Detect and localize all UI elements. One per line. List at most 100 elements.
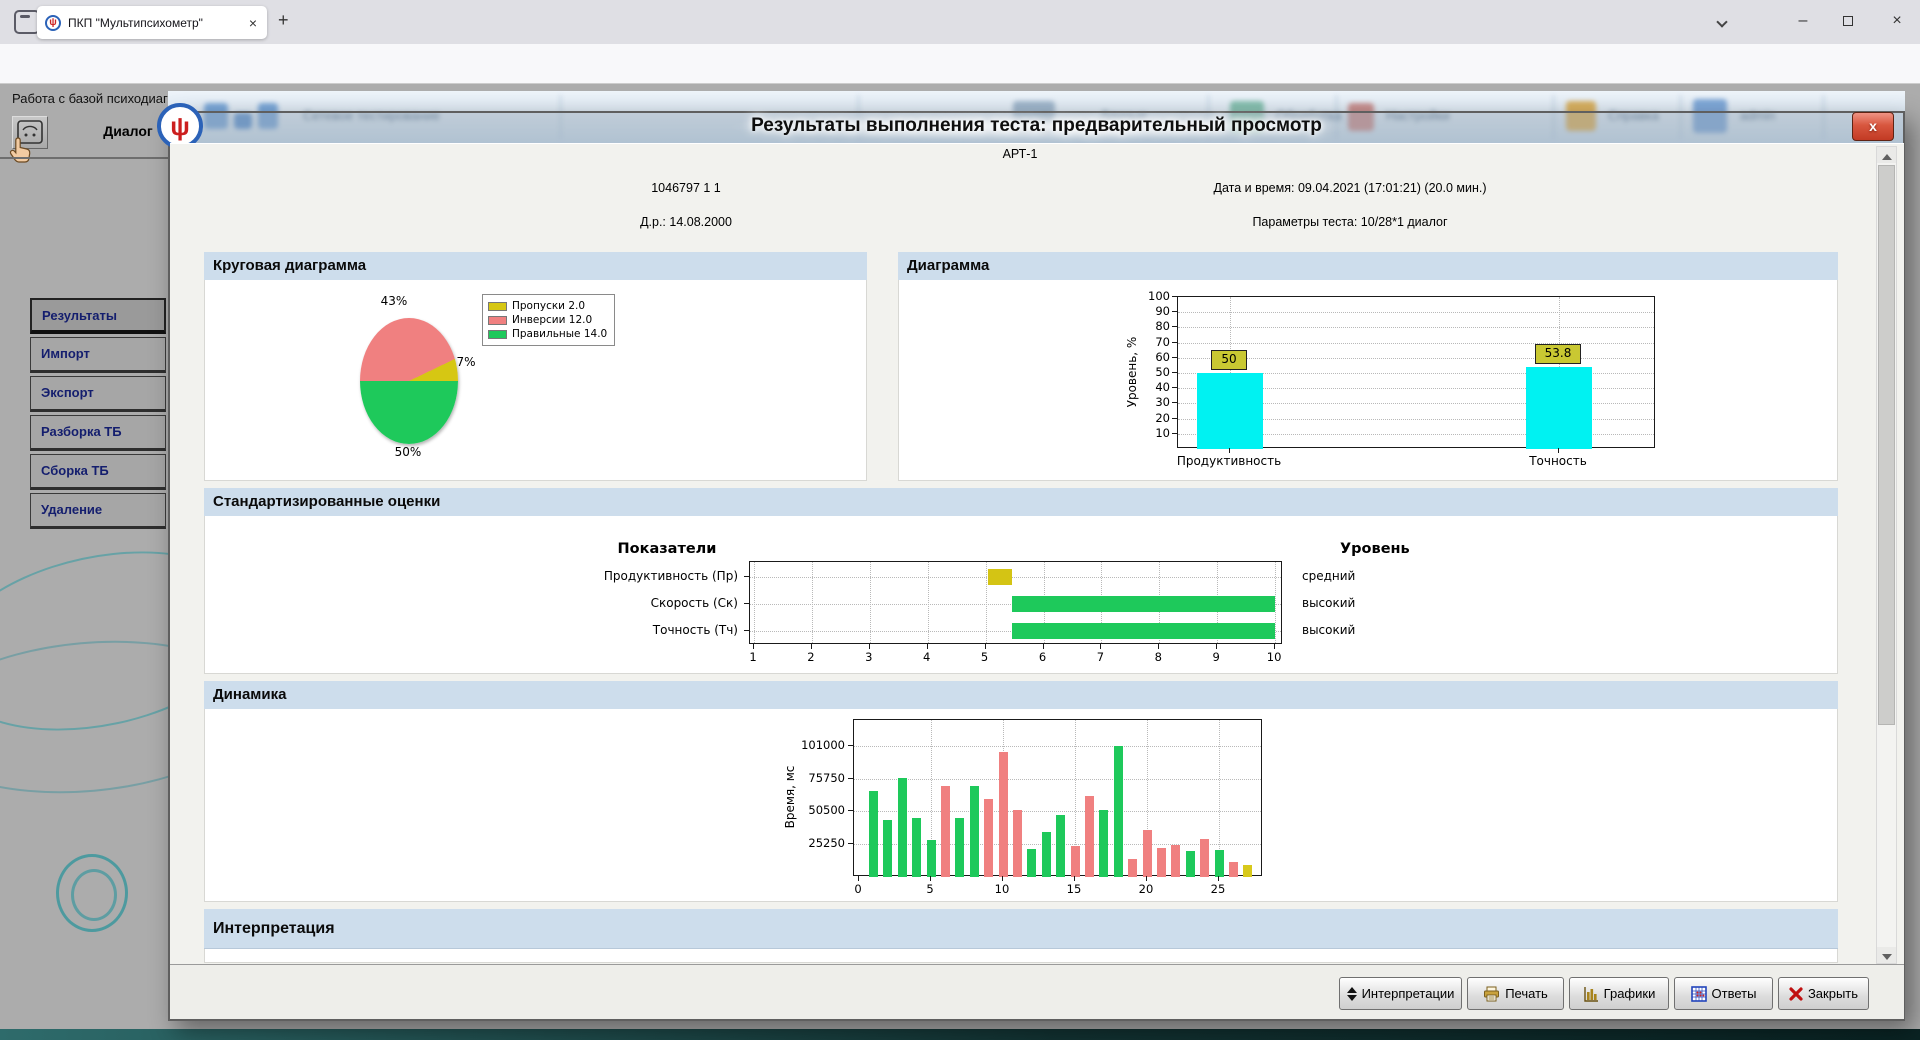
dynamics-bar (927, 840, 936, 877)
std-level-label: высокий (1302, 596, 1462, 610)
dynamics-bar (883, 820, 892, 877)
std-right-header: Уровень (1340, 541, 1410, 557)
sidebar-item-4[interactable]: Разборка ТБ (30, 415, 166, 451)
dynamics-bar (941, 786, 950, 877)
legend-chip (488, 316, 507, 325)
dialog-body: АРТ-1 1046797 1 1 Дата и время: 09.04.20… (170, 143, 1904, 1019)
dynamics-bar (1114, 746, 1123, 877)
std-xtick: 4 (917, 650, 937, 664)
dynamics-xtick: 25 (1206, 882, 1230, 896)
dynamics-bar (999, 752, 1008, 877)
dynamics-bar (1085, 796, 1094, 877)
hand-cursor-icon (8, 136, 34, 164)
diagram-ylabel: Уровень, % (1125, 302, 1139, 442)
dynamics-bar (1229, 862, 1238, 877)
sidebar-item-5[interactable]: Сборка ТБ (30, 454, 166, 490)
dialog-close-button[interactable]: x (1852, 112, 1894, 141)
menu-dialog-label[interactable]: Диалог (88, 123, 168, 139)
sidebar-item-3[interactable]: Экспорт (30, 376, 166, 412)
dynamics-bar (1042, 832, 1051, 877)
dialog-title: Результаты выполнения теста: предварител… (170, 115, 1903, 137)
section-header-pie: Круговая диаграмма (204, 252, 867, 281)
dynamics-bar (1186, 851, 1195, 877)
section-body-interpretation (204, 949, 1838, 963)
test-name: АРТ-1 (920, 147, 1120, 161)
dynamics-bar (1071, 846, 1080, 877)
scroll-up-button[interactable] (1877, 147, 1896, 163)
sidebar-item-6[interactable]: Удаление (30, 493, 166, 529)
dialog-scrollbar[interactable] (1876, 146, 1897, 964)
tickmark (858, 876, 859, 881)
section-header-std: Стандартизированные оценки (204, 488, 1838, 517)
tab-list-chevron-icon[interactable] (1705, 8, 1739, 34)
footer-button-2[interactable]: Печать (1467, 977, 1564, 1010)
tab-close-icon[interactable]: × (247, 15, 259, 31)
tab-favicon-psi-icon: ψ (45, 15, 61, 31)
tickmark (1274, 644, 1275, 649)
scroll-down-button[interactable] (1877, 947, 1896, 963)
sidebar-item-2[interactable]: Импорт (30, 337, 166, 373)
tab-title: ПКП "Мультипсихометр" (68, 16, 240, 30)
tickmark (1146, 876, 1147, 881)
footer-button-4[interactable]: Ответы (1674, 977, 1773, 1010)
pie-legend: Пропуски 2.0 Инверсии 12.0 Правильные 14.0 (482, 294, 615, 346)
std-bar (1012, 623, 1275, 639)
dynamics-bar (912, 818, 921, 877)
std-xtick: 6 (1033, 650, 1053, 664)
dialog-footer: ИнтерпретацииПечать Графики ОтветыЗакрыть (170, 965, 1904, 1019)
dynamics-bar (869, 791, 878, 877)
tickmark (985, 644, 986, 649)
tickmark (848, 843, 853, 844)
grid-table-icon (1691, 986, 1707, 1002)
restore-button[interactable] (1831, 8, 1865, 34)
std-xtick: 2 (801, 650, 821, 664)
decorative-spiral (56, 854, 128, 932)
dynamics-bar (1027, 849, 1036, 877)
dynamics-bar (1215, 850, 1224, 877)
tickmark (1172, 342, 1177, 343)
dynamics-xtick: 15 (1062, 882, 1086, 896)
tickmark (869, 644, 870, 649)
tickmark (1172, 357, 1177, 358)
legend-label: Пропуски 2.0 (512, 300, 585, 312)
std-xtick: 10 (1264, 650, 1284, 664)
std-row-label: Скорость (Ск) (538, 596, 738, 610)
dynamics-bar (984, 799, 993, 877)
std-row-label: Продуктивность (Пр) (538, 569, 738, 583)
test-datetime: Дата и время: 09.04.2021 (17:01:21) (20.… (1050, 181, 1650, 195)
window-close-button[interactable]: × (1880, 8, 1914, 34)
diagram-plot (1177, 296, 1655, 448)
dynamics-bar (1099, 810, 1108, 877)
tickmark (848, 778, 853, 779)
footer-button-label: Графики (1604, 986, 1656, 1001)
dynamics-bar (898, 778, 907, 877)
minimize-button[interactable]: – (1786, 8, 1820, 34)
footer-button-5[interactable]: Закрыть (1778, 977, 1869, 1010)
tickmark (848, 810, 853, 811)
footer-button-1[interactable]: Интерпретации (1339, 977, 1462, 1010)
legend-label: Инверсии 12.0 (512, 314, 592, 326)
diagram-value-box: 50 (1211, 350, 1247, 370)
diagram-ytick: 90 (1136, 304, 1170, 318)
browser-tab[interactable]: ψ ПКП "Мультипсихометр" × (37, 6, 267, 39)
tickmark (811, 644, 812, 649)
tickmark (1043, 644, 1044, 649)
footer-button-3[interactable]: Графики (1569, 977, 1669, 1010)
dynamics-bar (1128, 859, 1137, 877)
tickmark (1218, 876, 1219, 881)
tickmark (1002, 876, 1003, 881)
diagram-bar (1526, 367, 1592, 449)
new-tab-button[interactable]: + (278, 10, 289, 31)
legend-chip (488, 302, 507, 311)
legend-label: Правильные 14.0 (512, 328, 607, 340)
tickmark (1229, 448, 1230, 453)
pie-pct-label: 43% (364, 294, 424, 308)
tickmark (744, 630, 749, 631)
scrollbar-thumb[interactable] (1878, 165, 1895, 725)
test-params: Параметры теста: 10/28*1 диалог (1050, 215, 1650, 229)
tickmark (1216, 644, 1217, 649)
dynamics-plot (853, 719, 1262, 876)
page-bottom-strip (0, 1029, 1920, 1040)
sidebar-item-1[interactable]: Результаты (30, 298, 166, 334)
diagram-bar (1197, 373, 1263, 449)
